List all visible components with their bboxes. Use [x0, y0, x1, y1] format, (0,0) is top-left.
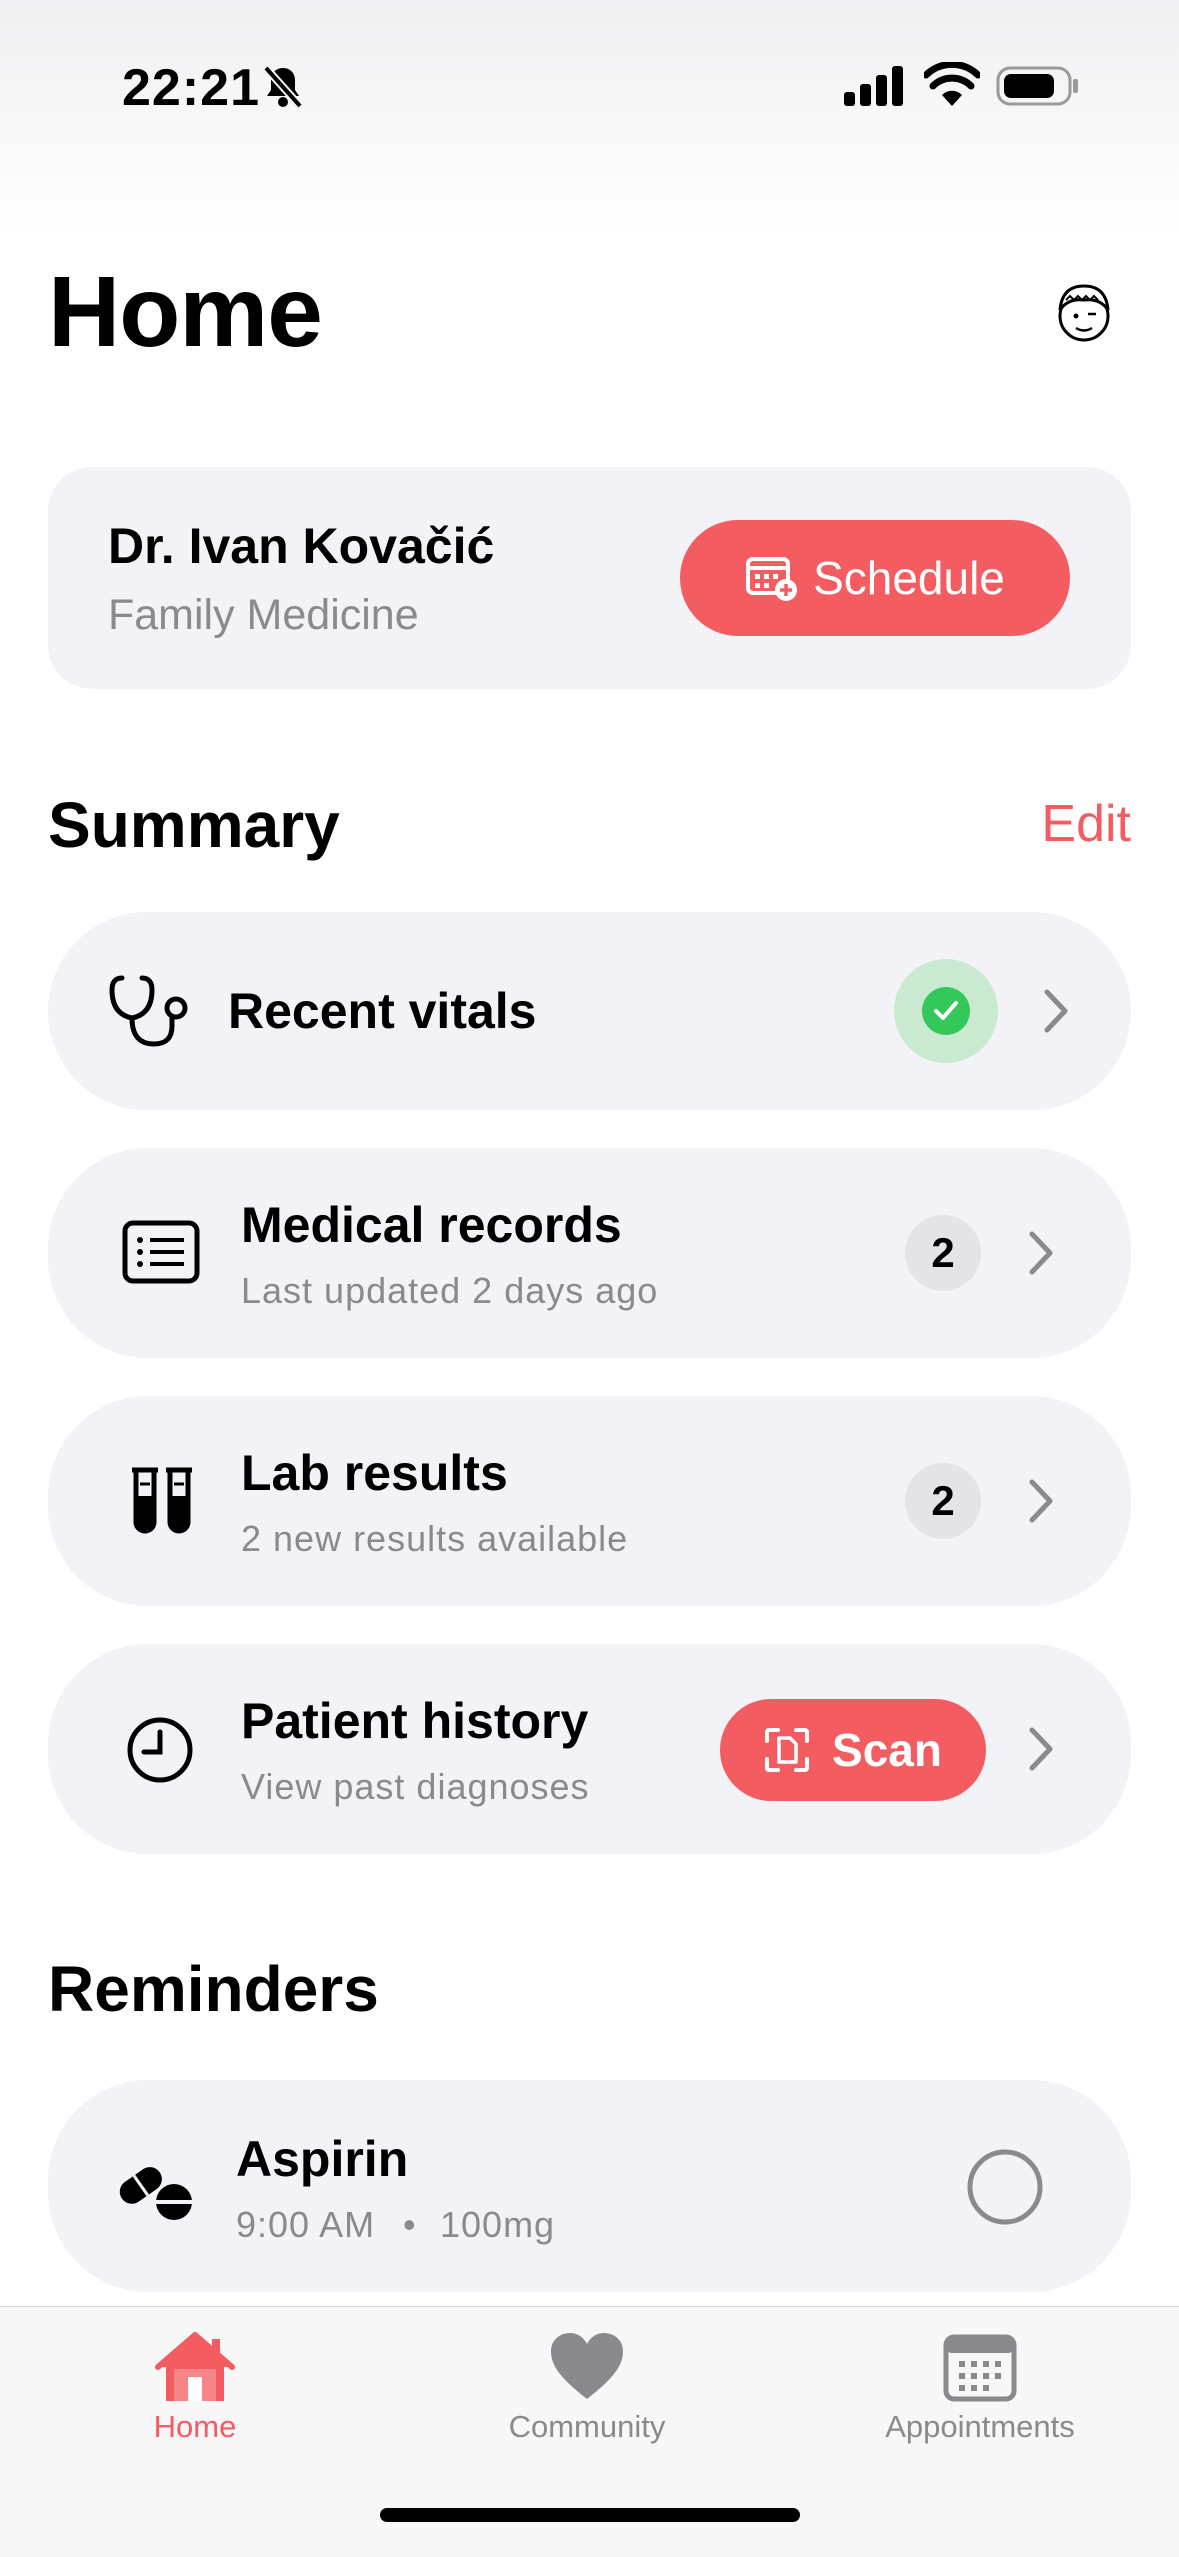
- list-item-title: Patient history: [241, 1693, 589, 1749]
- scan-label: Scan: [832, 1724, 942, 1776]
- tab-label: Community: [508, 2409, 666, 2444]
- schedule-button[interactable]: Schedule: [680, 520, 1070, 636]
- wifi-icon: [924, 62, 980, 106]
- status-bar: 22:21: [0, 0, 1179, 175]
- doctor-card[interactable]: Dr. Ivan Kovačić Family Medicine Schedul…: [48, 467, 1131, 689]
- chevron-right-icon: [1029, 1231, 1053, 1275]
- battery-icon: [996, 66, 1078, 106]
- checkmark-icon: [934, 1001, 958, 1020]
- list-item-title: Medical records: [241, 1197, 622, 1253]
- chevron-right-icon: [1029, 1479, 1053, 1523]
- calendar-plus-icon: [746, 557, 798, 601]
- list-item-lab-results[interactable]: Lab results 2 new results available 2: [48, 1396, 1131, 1606]
- reminder-time: 9:00 AM: [236, 2204, 376, 2245]
- document-list-icon: [122, 1220, 200, 1284]
- summary-title: Summary: [48, 789, 340, 861]
- reminder-dose: 100mg: [440, 2204, 556, 2245]
- schedule-label: Schedule: [813, 552, 1005, 604]
- doctor-specialty: Family Medicine: [108, 591, 419, 639]
- list-item-medical-records[interactable]: Medical records Last updated 2 days ago …: [48, 1148, 1131, 1358]
- tab-community[interactable]: Community: [437, 2331, 737, 2445]
- calendar-icon: [943, 2334, 1017, 2402]
- scan-button[interactable]: Scan: [720, 1699, 986, 1801]
- count-badge: 2: [905, 1215, 981, 1291]
- house-icon: [155, 2332, 235, 2401]
- status-time: 22:21: [122, 59, 260, 117]
- circle-icon[interactable]: [966, 2148, 1044, 2226]
- chevron-right-icon: [1044, 989, 1068, 1033]
- list-item-subtitle: 2 new results available: [241, 1518, 629, 1559]
- reminder-separator: •: [403, 2204, 417, 2245]
- list-item-title: Recent vitals: [228, 983, 537, 1039]
- list-item-recent-vitals[interactable]: Recent vitals: [48, 912, 1131, 1110]
- list-item-patient-history[interactable]: Patient history View past diagnoses Scan: [48, 1644, 1131, 1854]
- list-item-subtitle: Last updated 2 days ago: [241, 1270, 659, 1311]
- tab-appointments[interactable]: Appointments: [830, 2331, 1130, 2445]
- bell-slash-icon: [263, 65, 303, 109]
- tab-label: Appointments: [885, 2409, 1075, 2444]
- list-item-subtitle: View past diagnoses: [241, 1766, 590, 1807]
- doctor-name: Dr. Ivan Kovačić: [108, 518, 495, 574]
- tab-label: Home: [153, 2409, 237, 2444]
- count-badge: 2: [905, 1463, 981, 1539]
- vitals-status-badge: [894, 959, 998, 1063]
- heart-icon: [551, 2333, 623, 2399]
- scan-document-icon: [765, 1728, 810, 1772]
- clock-icon: [127, 1717, 193, 1783]
- signal-icon: [844, 66, 903, 106]
- tab-home[interactable]: Home: [45, 2331, 345, 2445]
- test-tubes-icon: [132, 1467, 192, 1534]
- stethoscope-icon: [109, 975, 188, 1047]
- reminders-title: Reminders: [48, 1953, 379, 2025]
- pills-icon: [119, 2167, 192, 2220]
- page-title: Home: [48, 256, 323, 368]
- chevron-right-icon: [1029, 1727, 1053, 1771]
- home-indicator: [380, 2508, 800, 2522]
- reminder-item-aspirin[interactable]: Aspirin 9:00 AM • 100mg: [48, 2080, 1131, 2292]
- edit-link[interactable]: Edit: [1041, 794, 1131, 854]
- avatar[interactable]: [1048, 276, 1120, 348]
- list-item-title: Lab results: [241, 1445, 508, 1501]
- reminder-name: Aspirin: [236, 2131, 409, 2187]
